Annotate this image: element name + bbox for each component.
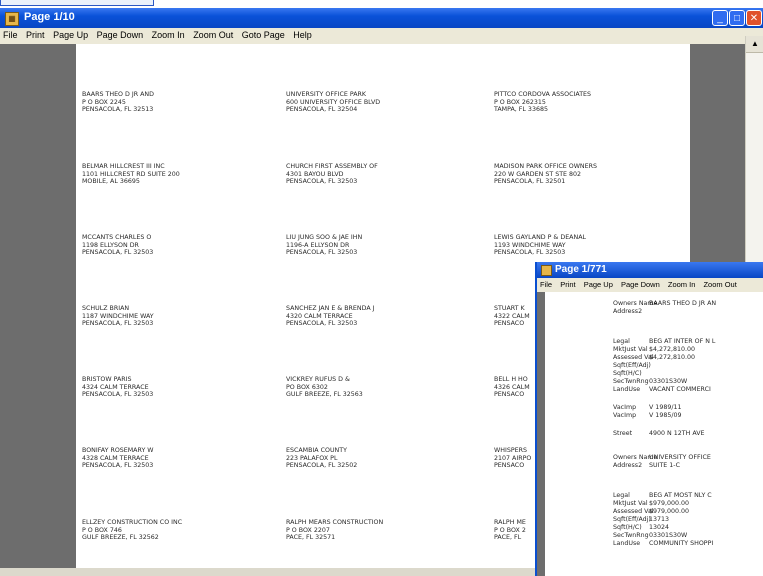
address-label: SCHULZ BRIAN 1187 WINDCHIME WAY PENSACOLA,…	[82, 305, 154, 328]
menu-page-down[interactable]: Page Down	[94, 28, 147, 40]
address-label: MADISON PARK OFFICE OWNERS 220 W GARDEN S…	[494, 163, 597, 186]
address-label: BELMAR HILLCREST III INC 1101 HILLCREST R…	[82, 163, 180, 186]
address2-label: Address2	[613, 308, 643, 315]
address-label: LIU JUNG SOO & JAE IHN 1196-A ELLYSON DR P…	[286, 234, 363, 257]
address-label: VICKREY RUFUS D & PO BOX 6302 GULF BREEZE,…	[286, 376, 363, 399]
vacimp-value: V 1985/09	[649, 412, 682, 419]
menu-file[interactable]: File	[0, 28, 21, 40]
vacimp-label: VacImp	[613, 412, 637, 419]
detail-body: Owners Name BAARS THEO D JR AN Address2 …	[537, 292, 763, 576]
menu-zoom-in[interactable]: Zoom In	[149, 28, 188, 40]
detail-page: Owners Name BAARS THEO D JR AN Address2 …	[545, 292, 763, 576]
address-label: BRISTOW PARIS 4324 CALM TERRACE PENSACOLA,…	[82, 376, 154, 399]
landuse-label: LandUse	[613, 540, 641, 547]
minimize-button[interactable]: _	[712, 10, 728, 26]
close-button[interactable]: ✕	[746, 10, 762, 26]
horizontal-scrollbar[interactable]	[0, 568, 540, 576]
address2-value: SUITE 1-C	[649, 462, 680, 469]
address-label: PITTCO CORDOVA ASSOCIATES P O BOX 262315 T…	[494, 91, 592, 114]
sqft-eff-value: 13713	[649, 516, 670, 523]
sectwnrng-label: SecTwnRng	[613, 532, 649, 539]
landuse-label: LandUse	[613, 386, 641, 393]
menu-zoom-out[interactable]: Zoom Out	[700, 278, 739, 289]
app-icon	[541, 265, 552, 276]
detail-title-bar[interactable]: Page 1/771	[537, 262, 763, 278]
assessed-val-label: Assessed Val	[613, 508, 654, 515]
main-window-title: Page 1/10	[24, 11, 75, 23]
address-label: MCCANTS CHARLES O 1198 ELLYSON DR PENSACOL…	[82, 234, 154, 257]
menu-print[interactable]: Print	[557, 278, 578, 289]
menu-page-down[interactable]: Page Down	[618, 278, 663, 289]
app-icon: ▦	[5, 12, 19, 26]
maximize-button[interactable]: □	[729, 10, 745, 26]
address-label: STUART K 4322 CALM PENSACO	[494, 305, 530, 328]
address-label: SANCHEZ JAN E & BRENDA J 4320 CALM TERRAC…	[286, 305, 375, 328]
sectwnrng-label: SecTwnRng	[613, 378, 649, 385]
sectwnrng-value: 03301S30W	[649, 532, 688, 539]
vacimp-value: V 1989/11	[649, 404, 682, 411]
address-label: LEWIS GAYLAND P & DEANAL 1193 WINDCHIME W…	[494, 234, 587, 257]
address-label: BELL H HO 4326 CALM PENSACO	[494, 376, 530, 399]
address-label: BONIFAY ROSEMARY W 4328 CALM TERRACE PENSA…	[82, 447, 154, 470]
address-label: WHISPERS 2107 AIRPO PENSACO	[494, 447, 532, 470]
menu-page-up[interactable]: Page Up	[50, 28, 91, 40]
mkt-just-val-value: $4,272,810.00	[649, 346, 696, 353]
menu-help[interactable]: Help	[290, 28, 315, 40]
assessed-val-value: $4,272,810.00	[649, 354, 696, 361]
top-background-strip	[0, 0, 763, 8]
sectwnrng-value: 03301S30W	[649, 378, 688, 385]
scroll-up-arrow-icon[interactable]: ▲	[746, 36, 763, 53]
menu-print[interactable]: Print	[23, 28, 48, 40]
address-label: RALPH ME P O BOX 2 PACE, FL	[494, 519, 526, 542]
address2-label: Address2	[613, 462, 643, 469]
menu-zoom-out[interactable]: Zoom Out	[190, 28, 236, 40]
address-label: ESCAMBIA COUNTY 223 PALAFOX PL PENSACOLA, …	[286, 447, 358, 470]
legal-value: BEG AT MOST NLY C	[649, 492, 712, 499]
mkt-just-val-label: MktJust Val	[613, 346, 648, 353]
address-label: BAARS THEO D JR AND P O BOX 2245 PENSACOLA…	[82, 91, 154, 114]
detail-report-window: Page 1/771 File Print Page Up Page Down …	[535, 262, 763, 576]
landuse-value: VACANT COMMERCI	[649, 386, 711, 393]
address-label: RALPH MEARS CONSTRUCTION P O BOX 2207 PACE…	[286, 519, 384, 542]
address-label: ELLZEY CONSTRUCTION CO INC P O BOX 746 GUL…	[82, 519, 183, 542]
sqft-eff-label: Sqft(Eff/Adj)	[613, 516, 651, 523]
street-label: Street	[613, 430, 633, 437]
menu-zoom-in[interactable]: Zoom In	[665, 278, 699, 289]
detail-window-title: Page 1/771	[555, 264, 607, 275]
assessed-val-label: Assessed Val	[613, 354, 654, 361]
owners-name-value: BAARS THEO D JR AN	[649, 300, 717, 307]
menu-goto-page[interactable]: Goto Page	[239, 28, 288, 40]
background-window-edge	[0, 0, 154, 6]
legal-value: BEG AT INTER OF N L	[649, 338, 716, 345]
legal-label: Legal	[613, 338, 630, 345]
mkt-just-val-value: $979,000.00	[649, 500, 690, 507]
assessed-val-value: $979,000.00	[649, 508, 690, 515]
landuse-value: COMMUNITY SHOPPI	[649, 540, 714, 547]
sqft-hc-value: 13024	[649, 524, 670, 531]
address-label: CHURCH FIRST ASSEMBLY OF 4301 BAYOU BLVD P…	[286, 163, 378, 186]
legal-label: Legal	[613, 492, 630, 499]
vacimp-label: VacImp	[613, 404, 637, 411]
menu-page-up[interactable]: Page Up	[581, 278, 616, 289]
sqft-eff-label: Sqft(Eff/Adj)	[613, 362, 651, 369]
main-title-bar[interactable]: ▦ Page 1/10 _ □ ✕	[0, 8, 763, 28]
address-label: UNIVERSITY OFFICE PARK 600 UNIVERSITY OFF…	[286, 91, 381, 114]
detail-menu-bar: File Print Page Up Page Down Zoom In Zoo…	[537, 278, 763, 292]
sqft-hc-label: Sqft(H/C)	[613, 524, 642, 531]
sqft-hc-label: Sqft(H/C)	[613, 370, 642, 377]
menu-file[interactable]: File	[537, 278, 555, 289]
main-menu-bar: File Print Page Up Page Down Zoom In Zoo…	[0, 28, 763, 44]
street-value: 4900 N 12TH AVE	[649, 430, 705, 437]
mkt-just-val-label: MktJust Val	[613, 500, 648, 507]
owners-name-value: UNIVERSITY OFFICE	[649, 454, 711, 461]
